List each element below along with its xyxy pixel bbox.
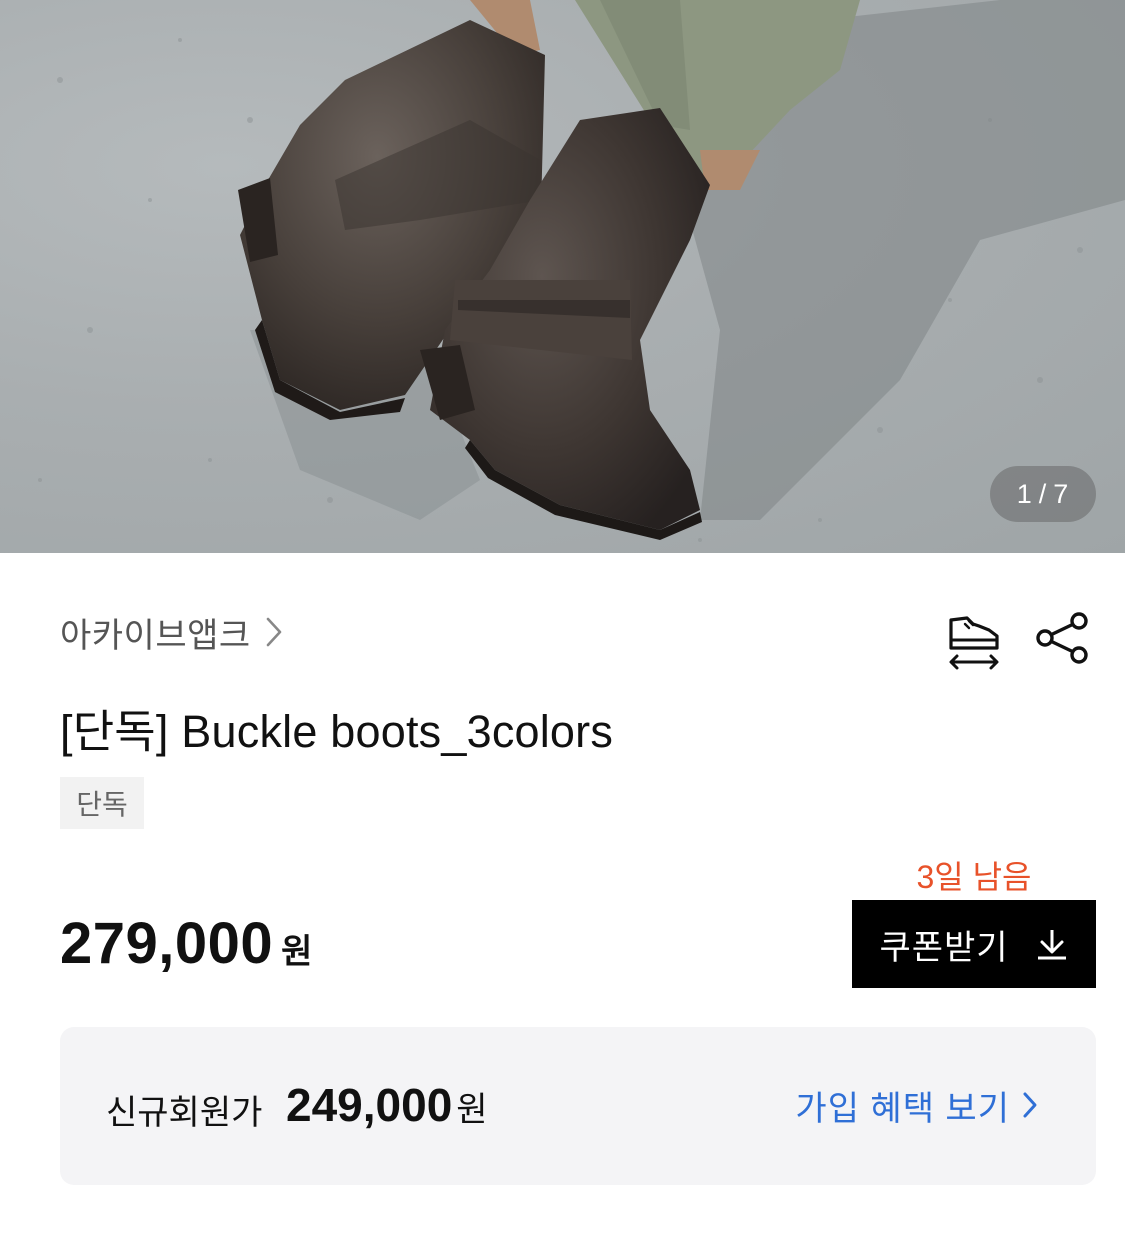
size-guide-button[interactable] xyxy=(940,610,1006,676)
member-price-unit: 원 xyxy=(456,1091,488,1129)
coupon-remaining-days: 3일 남음 xyxy=(916,859,1032,895)
member-price-label: 신규회원가 xyxy=(106,1094,263,1132)
product-detail-page: 1 / 7 아카이브앱크 [단독] Buckle boots_3colors 단… xyxy=(0,0,1125,1253)
coupon-label: 쿠폰받기 xyxy=(879,928,1009,967)
new-member-price-box: 신규회원가 249,000 원 가입 혜택 보기 xyxy=(60,1027,1096,1185)
coupon-download-button[interactable]: 쿠폰받기 xyxy=(852,900,1096,988)
share-icon xyxy=(1034,610,1090,671)
product-image[interactable]: 1 / 7 xyxy=(0,0,1125,553)
share-button[interactable] xyxy=(1030,610,1094,670)
brand-name: 아카이브앱크 xyxy=(60,616,251,655)
member-price-amount: 249,000 xyxy=(286,1079,453,1131)
image-counter-separator: / xyxy=(1038,478,1048,509)
member-price: 249,000 원 xyxy=(286,1078,488,1132)
image-counter: 1 / 7 xyxy=(990,466,1096,522)
boots-photo xyxy=(38,0,1125,542)
product-price: 279,000 원 xyxy=(60,910,312,977)
product-title: [단독] Buckle boots_3colors xyxy=(60,706,614,757)
price-unit: 원 xyxy=(281,933,313,971)
image-counter-total: 7 xyxy=(1053,478,1070,509)
download-icon xyxy=(1035,927,1069,961)
exclusive-tag: 단독 xyxy=(60,777,144,829)
chevron-right-icon xyxy=(265,616,283,648)
brand-link[interactable]: 아카이브앱크 xyxy=(60,608,283,656)
image-counter-current: 1 xyxy=(1016,478,1033,509)
signup-benefit-link[interactable]: 가입 혜택 보기 xyxy=(795,1077,1038,1133)
chevron-right-icon xyxy=(1022,1091,1038,1119)
shoe-size-icon xyxy=(943,610,1003,677)
price-amount: 279,000 xyxy=(60,911,274,976)
signup-benefit-label: 가입 혜택 보기 xyxy=(795,1089,1010,1128)
